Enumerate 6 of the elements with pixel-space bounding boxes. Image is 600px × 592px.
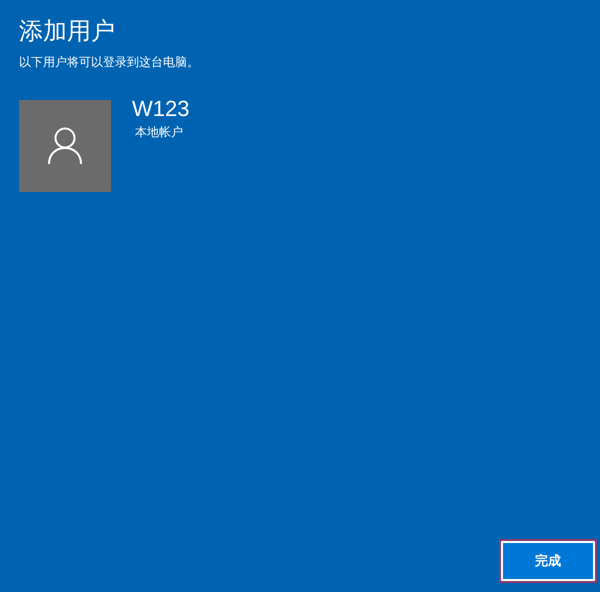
subtitle: 以下用户将可以登录到这台电脑。 bbox=[19, 54, 199, 70]
user-name: W123 bbox=[132, 95, 190, 123]
account-type: 本地帐户 bbox=[135, 124, 183, 140]
page-title: 添加用户 bbox=[19, 17, 115, 47]
finish-button[interactable]: 完成 bbox=[501, 541, 595, 581]
person-icon bbox=[47, 127, 83, 165]
